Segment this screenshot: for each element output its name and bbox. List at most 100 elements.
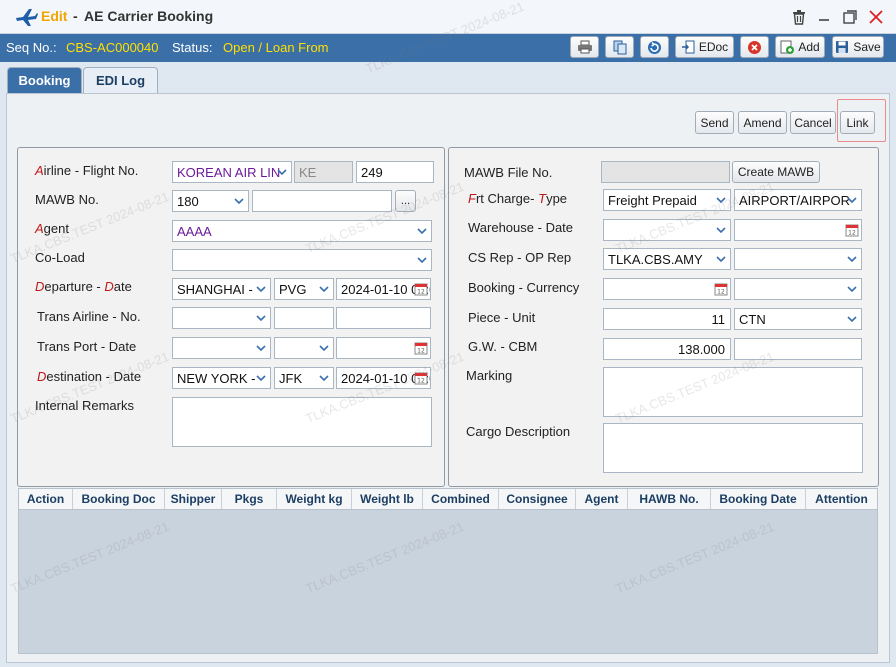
cbm-input[interactable] bbox=[734, 338, 862, 360]
chevron-down-icon bbox=[315, 338, 333, 358]
destination-date-input[interactable]: 2024-01-10 09:0 12 bbox=[336, 367, 431, 389]
gross-weight-input[interactable]: 138.000 bbox=[603, 338, 731, 360]
departure-port-select[interactable]: PVG bbox=[274, 278, 334, 300]
departure-city-select[interactable]: SHANGHAI - bbox=[172, 278, 271, 300]
cargo-description-label: Cargo Description bbox=[466, 424, 571, 439]
trans-airline-label: Trans Airline - No. bbox=[37, 309, 141, 324]
seq-value: CBS-AC000040 bbox=[66, 40, 159, 55]
departure-date-input[interactable]: 2024-01-10 09:0 12 bbox=[336, 278, 431, 300]
trans-flight-no-input[interactable] bbox=[336, 307, 431, 329]
col-pkgs[interactable]: Pkgs bbox=[222, 489, 277, 509]
grid-header: Action Booking Doc Shipper Pkgs Weight k… bbox=[18, 488, 878, 510]
frt-type-select[interactable]: AIRPORT/AIRPOR bbox=[734, 189, 862, 211]
minimize-icon[interactable] bbox=[815, 8, 833, 26]
booking-date-input[interactable]: 12 bbox=[603, 278, 731, 300]
tab-edi-log[interactable]: EDI Log bbox=[83, 67, 158, 93]
cargo-description-textarea[interactable] bbox=[603, 423, 863, 473]
col-weight-lb[interactable]: Weight lb bbox=[352, 489, 423, 509]
remarks-label: Internal Remarks bbox=[35, 398, 134, 413]
op-rep-select[interactable] bbox=[734, 248, 862, 270]
col-action[interactable]: Action bbox=[19, 489, 73, 509]
add-button[interactable]: Add bbox=[775, 36, 825, 58]
refresh-icon bbox=[648, 40, 661, 54]
chevron-down-icon bbox=[315, 368, 333, 388]
marking-textarea[interactable] bbox=[603, 367, 863, 417]
calendar-icon[interactable]: 12 bbox=[414, 341, 428, 355]
stop-button[interactable] bbox=[740, 36, 769, 58]
chevron-down-icon bbox=[843, 279, 861, 299]
status-value: Open / Loan From bbox=[223, 40, 329, 55]
remarks-textarea[interactable] bbox=[172, 397, 432, 447]
coload-select[interactable] bbox=[172, 249, 432, 271]
warehouse-select[interactable] bbox=[603, 219, 731, 241]
mawb-number-input[interactable] bbox=[252, 190, 392, 212]
mawb-prefix-select[interactable]: 180 bbox=[172, 190, 249, 212]
window-title: AE Carrier Booking bbox=[84, 8, 214, 24]
col-booking-doc[interactable]: Booking Doc bbox=[73, 489, 165, 509]
calendar-icon[interactable]: 12 bbox=[845, 223, 859, 237]
departure-label: Departure - Date bbox=[35, 279, 132, 294]
coload-label: Co-Load bbox=[35, 250, 85, 265]
chevron-down-icon bbox=[843, 190, 861, 210]
trans-port-select[interactable] bbox=[172, 337, 271, 359]
tab-booking[interactable]: Booking bbox=[7, 67, 82, 93]
agent-select[interactable]: AAAA bbox=[172, 220, 432, 242]
col-shipper[interactable]: Shipper bbox=[165, 489, 222, 509]
stop-icon bbox=[748, 40, 761, 54]
col-hawb-no[interactable]: HAWB No. bbox=[628, 489, 711, 509]
destination-label: Destination - Date bbox=[37, 369, 142, 384]
col-weight-kg[interactable]: Weight kg bbox=[277, 489, 352, 509]
save-button[interactable]: Save bbox=[832, 36, 884, 58]
trans-airline-code-input[interactable] bbox=[274, 307, 334, 329]
mawb-lookup-button[interactable]: ... bbox=[395, 190, 416, 212]
cs-rep-label: CS Rep - OP Rep bbox=[468, 250, 572, 265]
calendar-icon[interactable]: 12 bbox=[714, 282, 728, 296]
link-highlight bbox=[837, 99, 886, 142]
save-icon bbox=[836, 41, 849, 53]
trans-port-code-select[interactable] bbox=[274, 337, 334, 359]
chevron-down-icon bbox=[252, 279, 270, 299]
svg-text:12: 12 bbox=[417, 348, 425, 355]
frt-charge-select[interactable]: Freight Prepaid bbox=[603, 189, 731, 211]
col-attention[interactable]: Attention bbox=[806, 489, 877, 509]
calendar-icon[interactable]: 12 bbox=[414, 282, 428, 296]
destination-port-select[interactable]: JFK bbox=[274, 367, 334, 389]
refresh-button[interactable] bbox=[640, 36, 669, 58]
col-agent[interactable]: Agent bbox=[576, 489, 628, 509]
calendar-icon[interactable]: 12 bbox=[414, 371, 428, 385]
title-separator: - bbox=[73, 8, 78, 24]
cancel-button[interactable]: Cancel bbox=[790, 111, 836, 134]
warehouse-date-input[interactable]: 12 bbox=[734, 219, 862, 241]
piece-label: Piece - Unit bbox=[468, 310, 536, 325]
col-consignee[interactable]: Consignee bbox=[499, 489, 576, 509]
close-icon[interactable] bbox=[867, 8, 885, 26]
cs-rep-select[interactable]: TLKA.CBS.AMY bbox=[603, 248, 731, 270]
destination-city-select[interactable]: NEW YORK - bbox=[172, 367, 271, 389]
edoc-button[interactable]: EDoc bbox=[675, 36, 734, 58]
unit-select[interactable]: CTN bbox=[734, 308, 862, 330]
airline-select[interactable]: KOREAN AIR LIN bbox=[172, 161, 292, 183]
trans-airline-select[interactable] bbox=[172, 307, 271, 329]
send-button[interactable]: Send bbox=[695, 111, 734, 134]
create-mawb-button[interactable]: Create MAWB bbox=[732, 161, 820, 183]
restore-icon[interactable] bbox=[841, 8, 859, 26]
svg-text:12: 12 bbox=[417, 289, 425, 296]
airline-code-field: KE bbox=[294, 161, 353, 183]
currency-select[interactable] bbox=[734, 278, 862, 300]
window-mode: Edit bbox=[41, 8, 68, 24]
flight-no-input[interactable]: 249 bbox=[356, 161, 434, 183]
copy-button[interactable] bbox=[605, 36, 634, 58]
trash-icon[interactable] bbox=[790, 8, 808, 26]
trans-port-date-input[interactable]: 12 bbox=[336, 337, 431, 359]
chevron-down-icon bbox=[230, 191, 248, 211]
piece-input[interactable]: 11 bbox=[603, 308, 731, 330]
col-combined[interactable]: Combined bbox=[423, 489, 499, 509]
copy-icon bbox=[613, 40, 626, 54]
grid-body bbox=[18, 510, 878, 654]
mawb-label: MAWB No. bbox=[35, 192, 99, 207]
col-booking-date[interactable]: Booking Date bbox=[711, 489, 806, 509]
print-button[interactable] bbox=[570, 36, 599, 58]
gw-label: G.W. - CBM bbox=[468, 339, 538, 354]
amend-button[interactable]: Amend bbox=[738, 111, 787, 134]
booking-label: Booking - Currency bbox=[468, 280, 580, 295]
